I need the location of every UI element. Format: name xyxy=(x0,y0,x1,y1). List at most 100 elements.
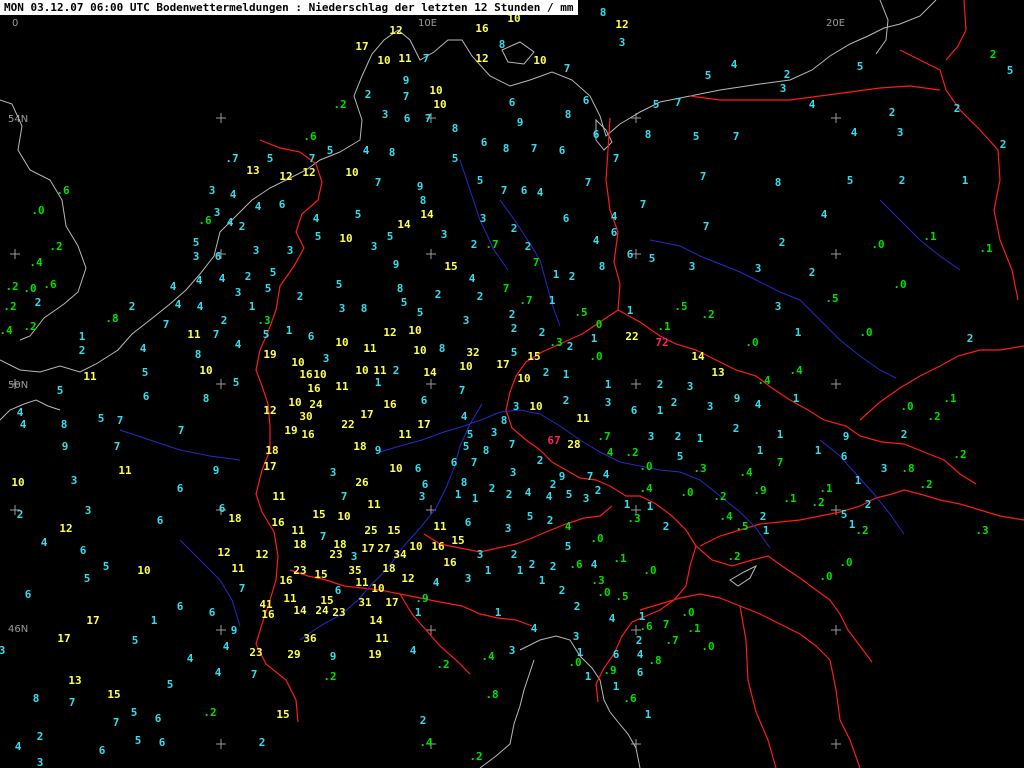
observation-value: 19 xyxy=(368,648,381,661)
observation-value: 3 xyxy=(505,522,512,535)
observation-value: 4 xyxy=(175,298,182,311)
observation-value: 7 xyxy=(587,470,594,483)
observation-value: 2 xyxy=(525,240,532,253)
observation-value: 2 xyxy=(760,510,767,523)
observation-value: 8 xyxy=(501,414,508,427)
observation-value: 3 xyxy=(37,756,44,768)
observation-value: 4 xyxy=(565,520,572,533)
observation-value: .7 xyxy=(225,152,238,165)
observation-value: 2 xyxy=(509,308,516,321)
observation-value: 3 xyxy=(491,426,498,439)
observation-value: .2 xyxy=(333,98,346,111)
observation-value: 4 xyxy=(591,558,598,571)
observation-value: 7 xyxy=(403,90,410,103)
observation-value: 11 xyxy=(187,328,201,341)
observation-value: .6 xyxy=(198,214,212,227)
observation-value: 6 xyxy=(631,404,638,417)
observation-value: 3 xyxy=(330,466,337,479)
observation-value: 1 xyxy=(455,488,462,501)
grid-label-lon-0: 0 xyxy=(12,18,18,29)
observation-value: 5 xyxy=(167,678,174,691)
observation-value: 27 xyxy=(377,542,390,555)
observation-value: 2 xyxy=(297,290,304,303)
observation-value: .6 xyxy=(56,184,70,197)
observation-value: 5 xyxy=(401,296,408,309)
observation-value: 3 xyxy=(509,644,516,657)
observation-value: 17 xyxy=(57,632,70,645)
observation-value: 5 xyxy=(131,706,138,719)
observation-value: 3 xyxy=(371,240,378,253)
observation-value: 4 xyxy=(731,58,738,71)
observation-value: 1 xyxy=(627,304,634,317)
observation-value: .1 xyxy=(943,392,957,405)
observation-value: 16 xyxy=(475,22,489,35)
observation-value: 3 xyxy=(441,228,448,241)
observation-value: 2 xyxy=(511,222,518,235)
observation-value: 6 xyxy=(159,736,166,749)
observation-value: 7 xyxy=(509,438,516,451)
observation-value: 1 xyxy=(763,524,770,537)
observation-value: 2 xyxy=(420,714,427,727)
observation-value: 6 xyxy=(521,184,528,197)
observation-value: .5 xyxy=(674,300,687,313)
observation-value: 14 xyxy=(691,350,705,363)
observation-value: .1 xyxy=(923,230,937,243)
observation-value: 4 xyxy=(531,622,538,635)
observation-value: .0 xyxy=(680,486,693,499)
observation-value: 5 xyxy=(649,252,656,265)
observation-value: 2 xyxy=(569,270,576,283)
observation-value: 3 xyxy=(253,244,260,257)
observation-value: 3 xyxy=(648,430,655,443)
observation-value: 2 xyxy=(245,270,252,283)
observation-value: 11 xyxy=(83,370,97,383)
observation-value: 5 xyxy=(847,174,854,187)
observation-value: 11 xyxy=(272,490,286,503)
observation-value: 4 xyxy=(611,210,618,223)
observation-value: 11 xyxy=(576,412,590,425)
observation-value: 4 xyxy=(235,338,242,351)
observation-value: 3 xyxy=(209,184,216,197)
observation-value: 4 xyxy=(219,272,226,285)
observation-value: 14 xyxy=(369,614,383,627)
observation-value: .9 xyxy=(753,484,766,497)
observation-value: 10 xyxy=(389,462,402,475)
observation-value: 8 xyxy=(461,476,468,489)
observation-value: 5 xyxy=(705,69,712,82)
observation-value: 4 xyxy=(755,398,762,411)
observation-value: 7 xyxy=(703,220,710,233)
observation-value: 5 xyxy=(1007,64,1014,77)
observation-value: 3 xyxy=(323,352,330,365)
observation-value: 10 xyxy=(337,510,350,523)
observation-value: 2 xyxy=(547,514,554,527)
observation-value: 8 xyxy=(775,176,782,189)
observation-value: 10 xyxy=(409,540,422,553)
observation-value: 5 xyxy=(452,152,459,165)
observation-value: 3 xyxy=(0,644,5,657)
observation-value: .0 xyxy=(681,606,694,619)
observation-value: .2 xyxy=(5,280,18,293)
observation-value: 7 xyxy=(700,170,707,183)
observation-value: .0 xyxy=(643,564,656,577)
observation-value: 7 xyxy=(733,130,740,143)
observation-value: 8 xyxy=(452,122,459,135)
observation-value: 3 xyxy=(382,108,389,121)
observation-value: 4 xyxy=(170,280,177,293)
observation-value: 1 xyxy=(657,404,664,417)
observation-value: 7 xyxy=(251,668,258,681)
observation-value: 2 xyxy=(990,48,997,61)
observation-value: 17 xyxy=(361,542,374,555)
observation-value: 8 xyxy=(565,108,572,121)
observation-value: 23 xyxy=(249,646,262,659)
observation-value: 2 xyxy=(865,498,872,511)
observation-value: 6 xyxy=(451,456,458,469)
observation-value: 5 xyxy=(263,328,270,341)
observation-value: 2 xyxy=(809,266,816,279)
observation-value: 4 xyxy=(313,212,320,225)
observation-value: 12 xyxy=(383,326,396,339)
observation-value: 1 xyxy=(375,376,382,389)
observation-value: 15 xyxy=(312,508,325,521)
observation-value: 6 xyxy=(177,482,184,495)
observation-value: 2 xyxy=(550,560,557,573)
observation-value: .4 xyxy=(0,324,13,337)
observation-value: 2 xyxy=(511,548,518,561)
